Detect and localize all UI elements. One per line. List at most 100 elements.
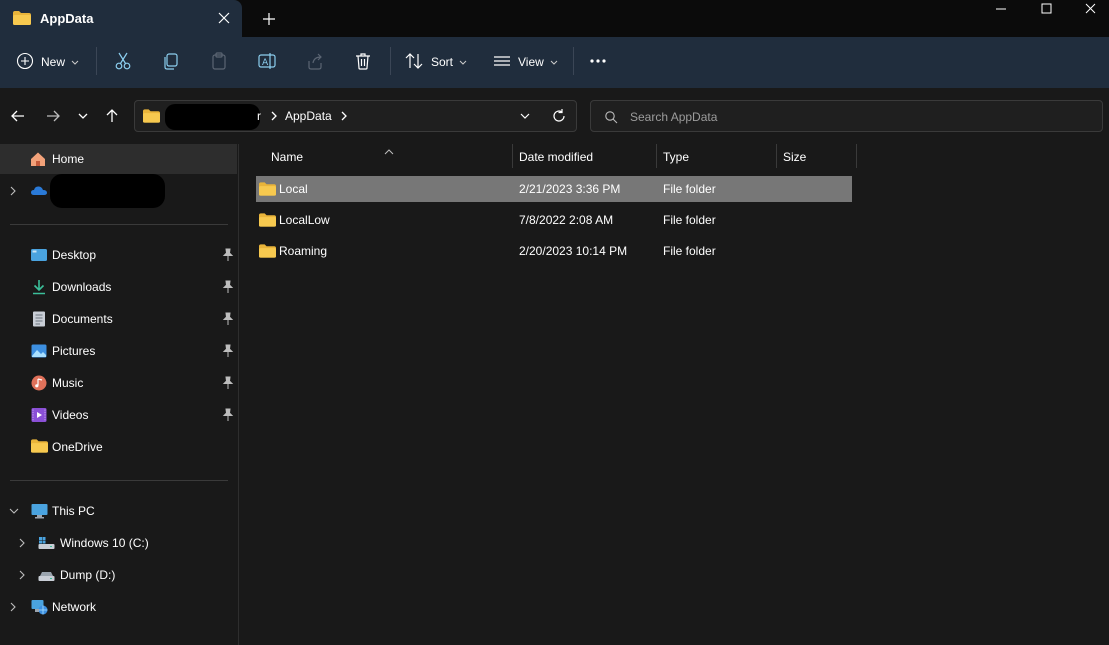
sidebar-item-label: This PC — [52, 504, 95, 518]
chevron-down-icon[interactable] — [8, 505, 19, 517]
sidebar-item-home[interactable]: Home — [0, 144, 237, 174]
share-button[interactable] — [305, 49, 325, 75]
plus-circle-icon — [16, 52, 34, 73]
sidebar-item-drive-c[interactable]: Windows 10 (C:) — [0, 528, 237, 558]
pin-icon[interactable] — [222, 280, 234, 294]
rename-button[interactable]: A — [257, 49, 277, 75]
toolbar-divider — [573, 47, 574, 75]
file-date: 2/20/2023 10:14 PM — [519, 244, 628, 258]
title-bar: AppData — [0, 0, 1109, 37]
chevron-right-icon[interactable] — [17, 569, 27, 581]
chevron-right-icon[interactable] — [17, 537, 27, 549]
recent-locations-chevron-icon[interactable] — [72, 105, 94, 127]
downloads-icon — [31, 279, 47, 295]
view-label: View — [518, 55, 544, 69]
column-header-size[interactable]: Size — [783, 150, 806, 172]
file-name: LocalLow — [279, 213, 330, 227]
pin-icon[interactable] — [222, 408, 234, 422]
chevron-right-icon[interactable] — [8, 601, 18, 613]
sidebar-item-videos[interactable]: Videos — [0, 400, 237, 430]
sidebar-item-music[interactable]: Music — [0, 368, 237, 398]
address-dropdown-icon[interactable] — [518, 109, 532, 126]
sidebar-item-drive-d[interactable]: Dump (D:) — [0, 560, 237, 590]
column-header-type[interactable]: Type — [663, 150, 689, 172]
minimize-icon[interactable] — [978, 0, 1024, 24]
column-divider[interactable] — [856, 144, 857, 168]
file-type: File folder — [663, 213, 716, 227]
sidebar-item-label: Downloads — [52, 280, 112, 294]
sidebar-item-label: Pictures — [52, 344, 96, 358]
home-icon — [30, 151, 46, 167]
copy-button[interactable] — [161, 49, 181, 75]
sidebar-item-label: Dump (D:) — [60, 568, 116, 582]
column-divider[interactable] — [512, 144, 513, 168]
refresh-icon[interactable] — [550, 107, 568, 128]
pin-icon[interactable] — [222, 248, 234, 262]
search-input[interactable]: Search AppData — [590, 100, 1103, 132]
column-divider[interactable] — [776, 144, 777, 168]
sidebar-item-label: OneDrive — [52, 440, 103, 454]
breadcrumb-chevron-icon[interactable] — [339, 109, 349, 126]
close-tab-icon[interactable] — [214, 8, 234, 28]
back-arrow-icon[interactable] — [7, 105, 29, 127]
toolbar-divider — [390, 47, 391, 75]
sidebar-item-this-pc[interactable]: This PC — [0, 496, 237, 526]
address-bar[interactable]: r AppData — [134, 100, 577, 132]
sort-label: Sort — [431, 55, 454, 69]
sidebar-item-network[interactable]: Network — [0, 592, 237, 622]
new-button[interactable]: New — [16, 49, 79, 75]
forward-arrow-icon[interactable] — [42, 105, 64, 127]
rename-icon: A — [257, 51, 277, 74]
maximize-icon[interactable] — [1024, 0, 1070, 24]
view-button[interactable]: View — [493, 49, 558, 75]
column-header-name[interactable]: Name — [271, 150, 303, 172]
sort-ascending-icon — [384, 144, 394, 158]
breadcrumb-current[interactable]: AppData — [285, 109, 332, 123]
tab-title: AppData — [40, 11, 94, 26]
breadcrumb-chevron-icon[interactable] — [269, 109, 279, 126]
svg-text:A: A — [262, 58, 269, 68]
drive-icon — [38, 567, 55, 583]
paste-button[interactable] — [209, 49, 229, 75]
folder-icon — [143, 109, 160, 126]
up-arrow-icon[interactable] — [101, 105, 123, 127]
pane-divider[interactable] — [238, 144, 239, 645]
desktop-icon — [31, 247, 47, 263]
sidebar-item-label: Music — [52, 376, 84, 390]
table-row[interactable]: Roaming 2/20/2023 10:14 PM File folder — [256, 238, 852, 264]
file-name: Roaming — [279, 244, 328, 258]
delete-button[interactable] — [353, 49, 373, 75]
close-window-icon[interactable] — [1066, 0, 1109, 24]
sidebar-item-pictures[interactable]: Pictures — [0, 336, 237, 366]
sidebar-item-onedrive[interactable]: OneDrive — [0, 432, 237, 462]
trash-icon — [353, 51, 373, 74]
more-options-button[interactable] — [588, 49, 608, 75]
clipboard-icon — [209, 51, 229, 74]
redacted-path — [165, 104, 260, 130]
new-tab-icon[interactable] — [258, 8, 280, 30]
view-list-icon — [493, 52, 511, 73]
pin-icon[interactable] — [222, 344, 234, 358]
scissors-icon — [113, 51, 133, 74]
pin-icon[interactable] — [222, 376, 234, 390]
sidebar-item-label: Windows 10 (C:) — [60, 536, 149, 550]
sidebar-item-downloads[interactable]: Downloads — [0, 272, 237, 302]
videos-icon — [31, 407, 47, 423]
tab-appdata[interactable]: AppData — [0, 0, 242, 37]
sort-button[interactable]: Sort — [404, 49, 467, 75]
sort-icon — [404, 51, 424, 74]
file-type: File folder — [663, 244, 716, 258]
chevron-right-icon[interactable] — [8, 185, 18, 197]
table-row[interactable]: LocalLow 7/8/2022 2:08 AM File folder — [256, 207, 852, 233]
column-divider[interactable] — [656, 144, 657, 168]
column-header-date[interactable]: Date modified — [519, 150, 593, 172]
breadcrumb-partial: r — [257, 109, 261, 123]
sidebar-item-desktop[interactable]: Desktop — [0, 240, 237, 270]
table-row[interactable]: Local 2/21/2023 3:36 PM File folder — [256, 176, 852, 202]
cut-button[interactable] — [113, 49, 133, 75]
sidebar-item-documents[interactable]: Documents — [0, 304, 237, 334]
copy-icon — [161, 51, 181, 74]
toolbar-divider — [96, 47, 97, 75]
pin-icon[interactable] — [222, 312, 234, 326]
redacted-account-name — [50, 174, 165, 208]
